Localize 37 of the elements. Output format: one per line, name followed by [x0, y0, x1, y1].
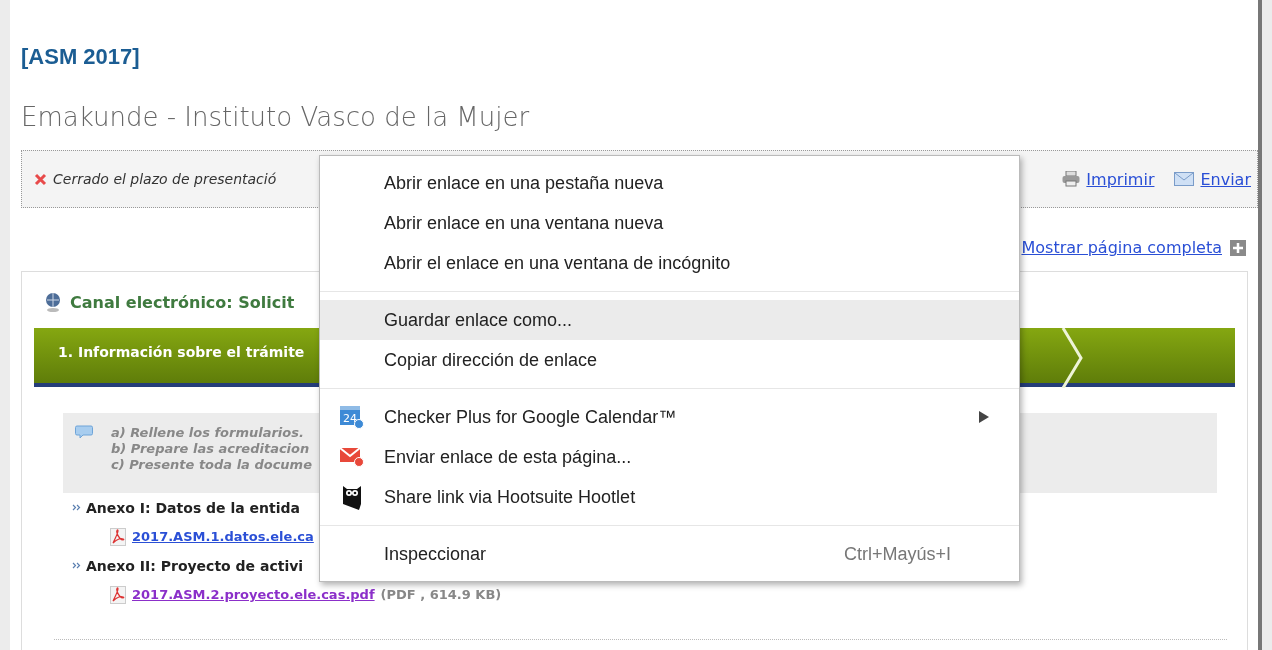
menu-item[interactable]: Copiar dirección de enlace: [320, 340, 1019, 380]
menu-item[interactable]: Share link via Hootsuite Hootlet: [320, 477, 1019, 517]
page-code: [ASM 2017]: [21, 44, 141, 70]
bullet-icon: [72, 504, 81, 511]
annex-title: Anexo I: Datos de la entida: [86, 499, 301, 516]
instruction-text: b) Prepare las acreditacion: [111, 441, 311, 457]
menu-item[interactable]: Guardar enlace como...: [320, 300, 1019, 340]
menu-item[interactable]: 24 Checker Plus for Google Calendar™: [320, 397, 1019, 437]
pdf-icon: [110, 585, 126, 604]
notice-link[interactable]: Enviar: [1200, 169, 1251, 189]
shortcut-text: Ctrl+Mayús+I: [843, 543, 951, 565]
cross-icon: [34, 172, 47, 186]
menu-item[interactable]: Abrir el enlace en una ventana de incógnito: [320, 243, 1019, 283]
file-link[interactable]: 2017.ASM.1.datos.ele.ca: [132, 529, 314, 544]
menu-item[interactable]: Abrir enlace en una pestaña nueva: [320, 163, 1019, 203]
speech-bubble-icon: [75, 425, 93, 439]
show-full-page-link[interactable]: Mostrar página completa: [1021, 238, 1222, 257]
instruction-text: a) Rellene los formularios.: [111, 425, 305, 441]
notice-text: Cerrado el plazo de presentació: [53, 171, 277, 187]
owl-icon: [342, 484, 362, 510]
expand-icon: [1230, 239, 1246, 256]
mail-icon: [340, 446, 364, 468]
file-size: (PDF , 614.9 KB): [380, 587, 502, 602]
menu-item[interactable]: Abrir enlace en una ventana nueva: [320, 203, 1019, 243]
instruction-text: c) Presente toda la docume: [111, 457, 312, 473]
annex-title: Anexo II: Proyecto de activi: [86, 557, 304, 574]
file-link[interactable]: 2017.ASM.2.proyecto.ele.cas.pdf: [132, 587, 375, 602]
pdf-icon: [110, 527, 126, 546]
menu-item[interactable]: Inspeccionar Ctrl+Mayús+I: [320, 534, 1019, 574]
panel-title: Canal electrónico: Solicit: [70, 292, 295, 312]
envelope-icon: [1174, 172, 1195, 186]
menu-item[interactable]: Enviar enlace de esta página...: [320, 437, 1019, 477]
globe-icon: [44, 292, 62, 312]
organization-title: Emakunde - Instituto Vasco de la Mujer: [21, 102, 531, 132]
printer-icon: [1062, 171, 1081, 187]
notice-link[interactable]: Imprimir: [1086, 169, 1155, 189]
bullet-icon: [72, 562, 81, 569]
